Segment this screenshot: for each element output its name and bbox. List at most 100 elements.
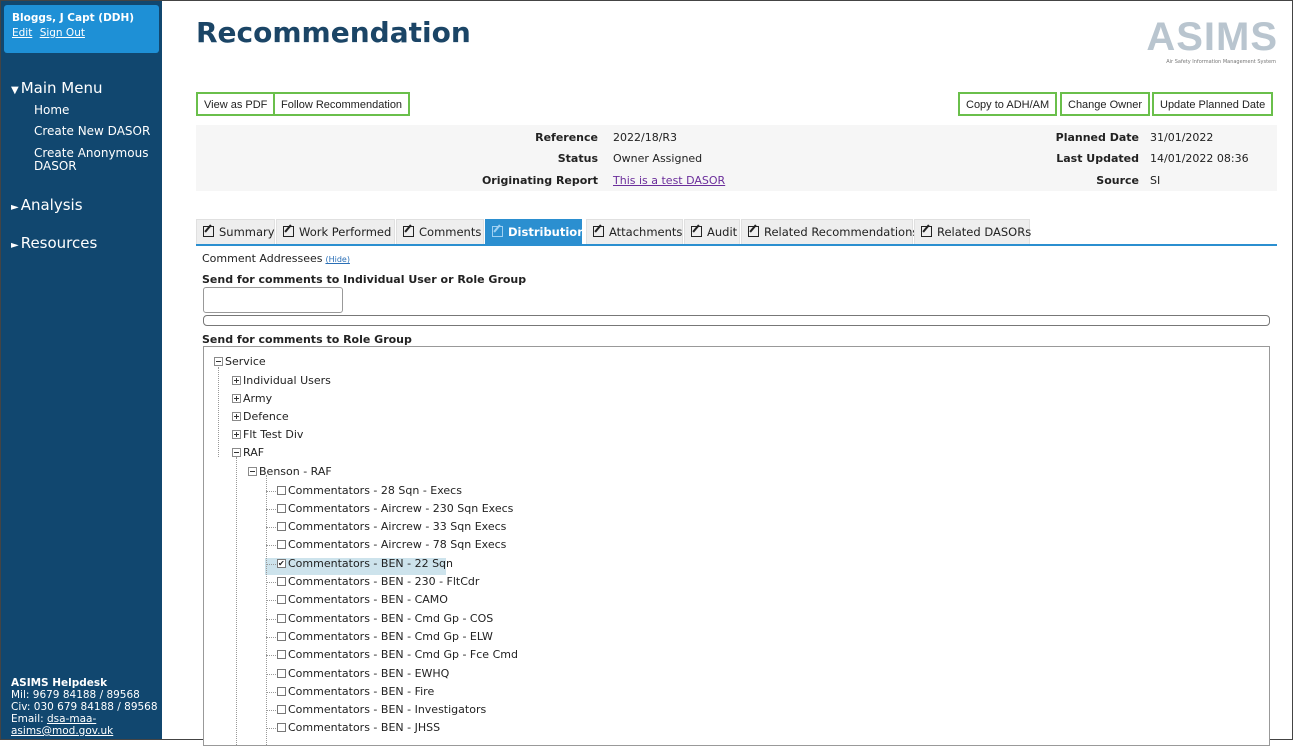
tree-leaf[interactable]: Commentators - Aircrew - 230 Sqn Execs (277, 501, 513, 517)
collapse-icon[interactable] (232, 448, 241, 457)
tree-leaf[interactable]: Commentators - 28 Sqn - Execs (277, 483, 462, 499)
tree-leaf[interactable]: Commentators - Aircrew - 33 Sqn Execs (277, 519, 506, 535)
tree-node-label: RAF (243, 446, 265, 459)
edit-icon (203, 226, 214, 237)
role-checkbox[interactable] (277, 705, 286, 714)
tree-leaf-label: Commentators - BEN - Fire (288, 685, 435, 698)
tree-line (266, 655, 276, 656)
tree-node-benson-raf[interactable]: Benson - RAF (248, 464, 332, 480)
originating-report-link[interactable]: This is a test DASOR (613, 174, 725, 187)
tree-leaf[interactable]: Commentators - BEN - JHSS (277, 720, 440, 736)
tab-label: Related Recommendations (764, 225, 919, 239)
tree-leaf-label: Commentators - 28 Sqn - Execs (288, 484, 462, 497)
sidebar: Bloggs, J Capt (DDH) Edit Sign Out ▼ Main… (1, 1, 162, 739)
last-updated-value: 14/01/2022 08:36 (1150, 152, 1249, 165)
role-checkbox[interactable] (277, 669, 286, 678)
expand-icon[interactable] (232, 412, 241, 421)
tree-leaf[interactable]: Commentators - BEN - Fire (277, 684, 434, 700)
analysis-label: Analysis (20, 196, 83, 214)
view-as-pdf-button[interactable]: View as PDF (196, 92, 276, 116)
resources-menu-toggle[interactable]: ► Resources (11, 234, 97, 252)
helpdesk-title: ASIMS Helpdesk (11, 677, 108, 689)
change-owner-button[interactable]: Change Owner (1060, 92, 1150, 116)
collapse-icon[interactable] (214, 357, 223, 366)
tree-leaf-selected[interactable]: Commentators - BEN - 22 Sqn (277, 556, 453, 572)
logo-subtitle: Air Safety Information Management System (1166, 59, 1276, 65)
tree-node-defence[interactable]: Defence (232, 409, 289, 425)
last-updated-label: Last Updated (1056, 152, 1139, 165)
tree-leaf-label: Commentators - BEN - EWHQ (288, 667, 450, 680)
tab-label: Distribution (508, 225, 586, 239)
role-checkbox[interactable] (277, 687, 286, 696)
individual-section-title: Send for comments to Individual User or … (202, 273, 527, 286)
expand-icon[interactable] (232, 394, 241, 403)
edit-profile-link[interactable]: Edit (12, 27, 32, 39)
reference-value: 2022/18/R3 (613, 131, 678, 144)
role-checkbox-checked[interactable] (277, 556, 286, 572)
planned-date-label: Planned Date (1055, 131, 1139, 144)
tab-distribution[interactable]: Distribution (485, 219, 586, 244)
tab-label: Comments (419, 225, 482, 239)
tree-node-flt-test-div[interactable]: Flt Test Div (232, 427, 303, 443)
main-menu-toggle[interactable]: ▼ Main Menu (11, 79, 102, 97)
menu-item-create-new-dasor[interactable]: Create New DASOR (34, 125, 152, 138)
tab-attachments[interactable]: Attachments (586, 219, 683, 244)
tab-summary[interactable]: Summary (196, 219, 275, 244)
tree-node-service[interactable]: Service (214, 354, 266, 370)
role-checkbox[interactable] (277, 632, 286, 641)
sign-out-link[interactable]: Sign Out (40, 27, 85, 39)
tree-leaf[interactable]: Commentators - BEN - Cmd Gp - ELW (277, 629, 493, 645)
tree-leaf[interactable]: Commentators - BEN - Investigators (277, 702, 486, 718)
edit-icon (492, 226, 503, 237)
tree-line (266, 491, 276, 492)
tree-leaf[interactable]: Commentators - BEN - CAMO (277, 592, 448, 608)
tab-related-recommendations[interactable]: Related Recommendations (741, 219, 918, 244)
tree-leaf-label: Commentators - Aircrew - 230 Sqn Execs (288, 502, 514, 515)
menu-item-create-anonymous-dasor[interactable]: Create Anonymous DASOR (34, 147, 152, 173)
tab-work-performed[interactable]: Work Performed (276, 219, 395, 244)
role-checkbox[interactable] (277, 577, 286, 586)
tab-audit[interactable]: Audit (684, 219, 740, 244)
role-checkbox[interactable] (277, 723, 286, 732)
tree-leaf[interactable]: Commentators - BEN - Cmd Gp - Fce Cmd (277, 647, 518, 663)
role-checkbox[interactable] (277, 486, 286, 495)
role-checkbox[interactable] (277, 614, 286, 623)
hide-link[interactable]: (Hide) (325, 255, 349, 264)
collapsed-triangle-icon: ► (11, 240, 19, 251)
page-title: Recommendation (196, 16, 471, 49)
expand-icon[interactable] (232, 430, 241, 439)
selected-recipients-field[interactable] (203, 315, 1270, 326)
analysis-menu-toggle[interactable]: ► Analysis (11, 196, 83, 214)
tree-leaf[interactable]: Commentators - Aircrew - 78 Sqn Execs (277, 537, 506, 553)
user-search-input[interactable] (203, 287, 343, 313)
tab-related-dasors[interactable]: Related DASORs (914, 219, 1031, 244)
menu-item-home[interactable]: Home (34, 104, 152, 117)
collapse-icon[interactable] (248, 467, 257, 476)
tree-line (266, 545, 276, 546)
comment-addressees: Comment Addressees (Hide) (202, 252, 350, 265)
tree-leaf[interactable]: Commentators - BEN - EWHQ (277, 666, 449, 682)
role-checkbox[interactable] (277, 522, 286, 531)
tab-label: Audit (707, 225, 738, 239)
role-group-tree[interactable]: Service Individual Users Army Defence Fl… (203, 346, 1270, 746)
copy-to-adh-am-button[interactable]: Copy to ADH/AM (958, 92, 1058, 116)
tree-line (266, 527, 276, 528)
role-checkbox[interactable] (277, 540, 286, 549)
tree-node-individual-users[interactable]: Individual Users (232, 373, 331, 389)
tree-line (266, 728, 276, 729)
edit-icon (403, 226, 414, 237)
role-checkbox[interactable] (277, 650, 286, 659)
expand-icon[interactable] (232, 376, 241, 385)
tab-comments[interactable]: Comments (396, 219, 484, 244)
role-checkbox[interactable] (277, 504, 286, 513)
tree-leaf[interactable]: Commentators - BEN - Cmd Gp - COS (277, 611, 493, 627)
tree-leaf[interactable]: Commentators - BEN - 230 - FltCdr (277, 574, 479, 590)
tree-node-army[interactable]: Army (232, 391, 272, 407)
tree-line (266, 710, 276, 711)
update-planned-date-button[interactable]: Update Planned Date (1152, 92, 1274, 116)
follow-recommendation-button[interactable]: Follow Recommendation (273, 92, 411, 116)
user-panel: Bloggs, J Capt (DDH) Edit Sign Out (4, 5, 159, 53)
tree-node-raf[interactable]: RAF (232, 445, 264, 461)
comment-addressees-label: Comment Addressees (202, 252, 323, 265)
role-checkbox[interactable] (277, 595, 286, 604)
